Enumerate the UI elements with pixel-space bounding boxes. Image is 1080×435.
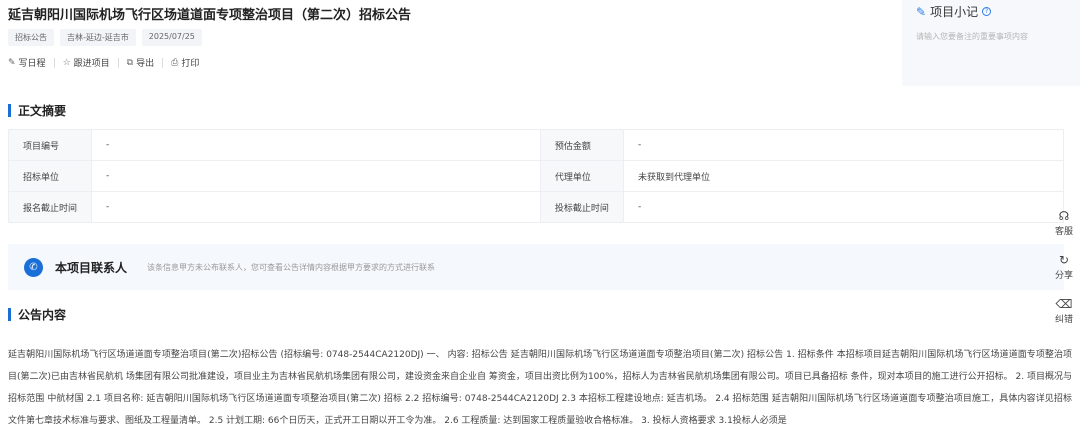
memo-title: ✎ 项目小记 ? [916,3,992,20]
tag-type: 招标公告 [8,29,54,46]
agency-value: 未获取到代理单位 [622,160,1065,192]
customer-service-button[interactable]: ☊ 客服 [1048,208,1080,252]
divider [53,57,55,68]
bid-deadline-label: 投标截止时间 [539,191,624,223]
contact-title: 本项目联系人 [55,260,128,275]
eraser-icon: ⌫ [1055,297,1073,311]
export-icon: ⧉ [126,57,134,68]
print-label: 打印 [181,59,200,69]
memo-title-text: 项目小记 [930,5,979,19]
edit-icon: ✎ [916,4,927,19]
tenderer-label: 招标单位 [7,160,93,192]
project-number-value: - [91,129,541,161]
content-section-title: 公告内容 [8,306,66,323]
share-label: 分享 [1054,271,1073,281]
project-memo-panel: ✎ 项目小记 ? [902,0,1080,86]
report-error-label: 纠错 [1054,315,1073,325]
tag-list: 招标公告 吉林-延边-延吉市 2025/07/25 [8,29,202,46]
agency-label: 代理单位 [539,160,624,192]
share-icon: ↻ [1058,253,1070,267]
divider [162,57,164,68]
content-title-text: 公告内容 [18,308,67,322]
section-bar [8,104,11,117]
star-icon: ☆ [62,57,71,68]
page-title: 延吉朝阳川国际机场飞行区场道道面专项整治项目（第二次）招标公告 [8,8,412,23]
registration-deadline-value: - [91,191,541,223]
table-row: 招标单位 - 代理单位 未获取到代理单位 [7,160,1065,192]
customer-service-label: 客服 [1054,227,1073,237]
report-error-button[interactable]: ⌫ 纠错 [1048,296,1080,340]
schedule-label: 写日程 [18,59,46,69]
schedule-button[interactable]: ✎ 写日程 [8,56,46,70]
section-bar [8,308,11,321]
calendar-icon: ✎ [8,57,16,68]
share-button[interactable]: ↻ 分享 [1048,252,1080,296]
export-button[interactable]: ⧉ 导出 [126,56,155,70]
phone-icon: ✆ [24,257,43,277]
estimated-amount-label: 预估金额 [539,129,624,161]
memo-input[interactable] [916,32,1074,41]
export-label: 导出 [136,59,155,69]
registration-deadline-label: 报名截止时间 [7,191,93,223]
contact-panel: ✆ 本项目联系人 该条信息甲方未公布联系人，您可查看公告详情内容根据甲方要求的方… [8,244,1064,290]
headset-icon: ☊ [1058,209,1070,223]
side-toolbar: ☊ 客服 ↻ 分享 ⌫ 纠错 [1048,208,1080,340]
follow-project-button[interactable]: ☆ 跟进项目 [62,56,110,70]
bid-deadline-value: - [622,191,1065,223]
follow-project-label: 跟进项目 [73,59,110,69]
help-icon[interactable]: ? [982,7,992,16]
estimated-amount-value: - [622,129,1065,161]
tag-date: 2025/07/25 [141,29,202,46]
summary-title-text: 正文摘要 [18,104,67,118]
announcement-body: 延吉朝阳川国际机场飞行区场道道面专项整治项目(第二次)招标公告 (招标编号: 0… [8,350,1072,426]
summary-table: 项目编号 - 预估金额 - 招标单位 - 代理单位 未获取到代理单位 报名截止时… [7,129,1065,223]
summary-section-title: 正文摘要 [8,102,66,119]
project-number-label: 项目编号 [7,129,93,161]
table-row: 项目编号 - 预估金额 - [7,129,1065,161]
print-icon: ⎙ [171,57,179,68]
contact-description: 该条信息甲方未公布联系人，您可查看公告详情内容根据甲方要求的方式进行联系 [147,262,436,272]
tag-region: 吉林-延边-延吉市 [60,29,136,46]
action-bar: ✎ 写日程 ☆ 跟进项目 ⧉ 导出 ⎙ 打印 [8,56,199,69]
divider [117,57,119,68]
tenderer-value: - [91,160,541,192]
table-row: 报名截止时间 - 投标截止时间 - [7,191,1065,223]
print-button[interactable]: ⎙ 打印 [171,56,200,70]
